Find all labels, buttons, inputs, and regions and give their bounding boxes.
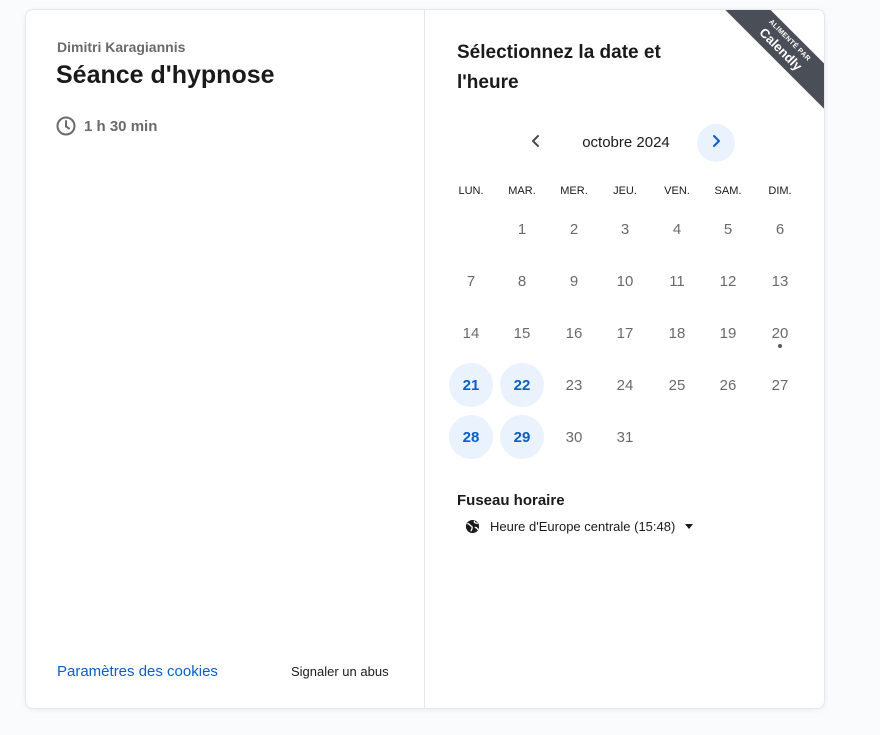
calendar-day: 2 [569,220,579,238]
calendar-day: 30 [565,428,583,446]
calendar-day: 17 [616,324,634,342]
calendar-day: 23 [565,376,583,394]
calendar-day: 24 [616,376,634,394]
weekday-label: MER. [560,185,588,197]
current-month: octobre 2024 [582,134,670,151]
calendar-day: 5 [723,220,733,238]
today-indicator [778,344,782,348]
globe-icon [465,519,480,534]
weekday-label: MAR. [508,185,536,197]
cookie-settings-link[interactable]: Paramètres des cookies [57,663,218,680]
organizer-name: Dimitri Karagiannis [57,39,186,55]
calendar-day: 6 [775,220,785,238]
calendar-day: 13 [771,272,789,290]
next-month-button[interactable] [697,124,735,162]
calendar-day: 16 [565,324,583,342]
weekday-label: DIM. [768,185,792,197]
event-title: Séance d'hypnose [56,61,275,89]
date-picker-panel: Sélectionnez la date et l'heure ALIMENTÉ… [426,10,824,708]
previous-month-button[interactable] [519,126,553,160]
timezone-value: Heure d'Europe centrale (15:48) [490,519,676,534]
calendar-day: 14 [462,324,480,342]
calendar-day: 1 [517,220,527,238]
calendar-day: 7 [466,272,476,290]
calendar-day: 25 [668,376,686,394]
calendar-day: 15 [513,324,531,342]
duration-label: 1 h 30 min [84,117,158,135]
calendar-day: 11 [669,272,685,290]
weekday-label: VEN. [664,185,690,197]
picker-title: Sélectionnez la date et l'heure [457,42,661,93]
calendar-day: 18 [668,324,686,342]
calendar-day: 9 [569,272,579,290]
calendar-day: 27 [771,376,789,394]
caret-down-icon [685,523,694,530]
calendar-day-available[interactable]: 22 [500,363,544,407]
calendar-day: 31 [616,428,634,446]
chevron-right-icon [709,134,723,153]
timezone-title: Fuseau horaire [457,492,565,509]
calendar-day: 3 [620,220,630,238]
month-navigation: octobre 2024 [426,124,824,164]
calendar-day: 26 [719,376,737,394]
clock-icon [56,116,76,136]
event-details-panel: Dimitri Karagiannis Séance d'hypnose 1 h… [26,10,425,708]
chevron-left-icon [529,134,543,153]
weekday-label: JEU. [613,185,637,197]
calendar-day: 10 [616,272,634,290]
calendar-day-available[interactable]: 28 [449,415,493,459]
weekday-label: SAM. [714,185,742,197]
calendar-day: 12 [719,272,737,290]
calendar-day: 4 [672,220,682,238]
powered-by-badge[interactable]: ALIMENTÉ PAR Calendly [721,10,824,110]
calendar-day: 20 [771,324,789,342]
booking-card: Dimitri Karagiannis Séance d'hypnose 1 h… [25,9,825,709]
calendar-day: 8 [517,272,527,290]
timezone-select[interactable]: Heure d'Europe centrale (15:48) [465,519,694,534]
calendar-day: 19 [719,324,737,342]
calendar-day-available[interactable]: 29 [500,415,544,459]
report-abuse-link[interactable]: Signaler un abus [291,664,389,679]
calendar-day-available[interactable]: 21 [449,363,493,407]
weekday-label: LUN. [458,185,484,197]
event-duration: 1 h 30 min [56,116,157,136]
